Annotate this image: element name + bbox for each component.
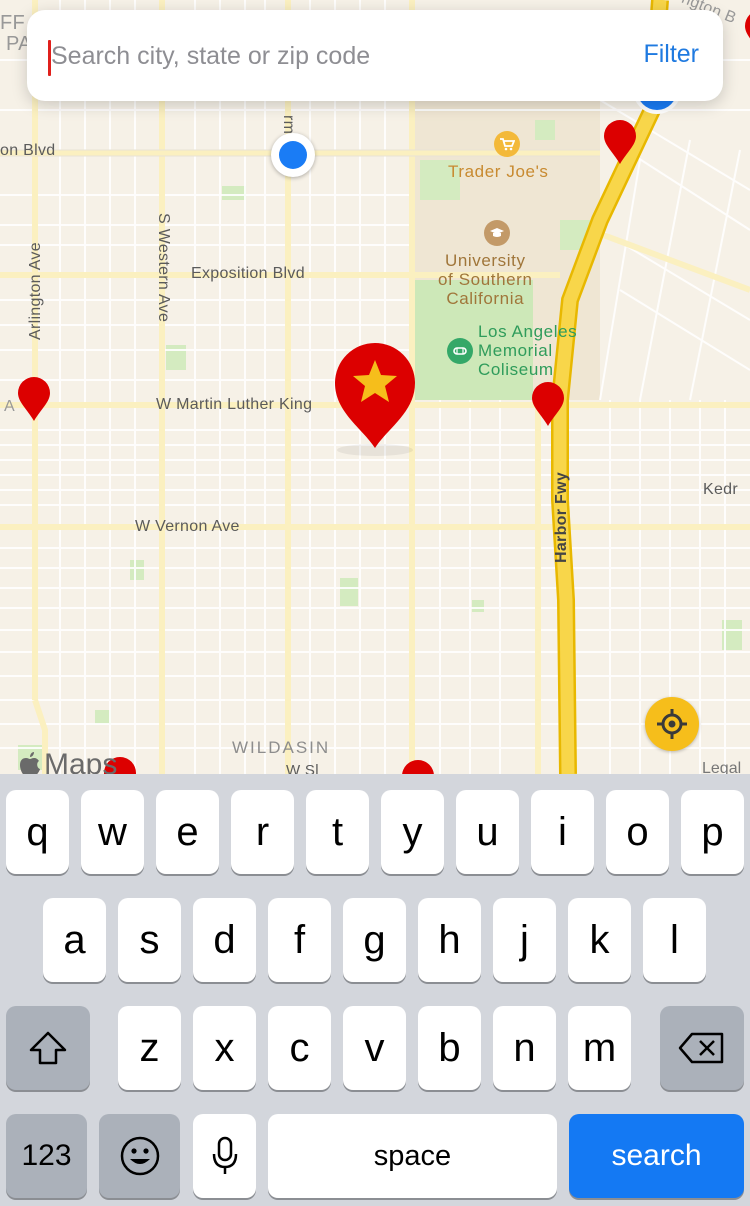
map-pin-icon[interactable] (401, 760, 435, 774)
selected-star-pin-icon[interactable] (332, 340, 418, 458)
key-r[interactable]: r (231, 790, 294, 874)
key-g[interactable]: g (343, 898, 406, 982)
poi-trader-joes[interactable]: Trader Joe's (448, 162, 549, 181)
legal-link[interactable]: Legal (702, 760, 741, 774)
key-b[interactable]: b (418, 1006, 481, 1090)
key-j[interactable]: j (493, 898, 556, 982)
key-n[interactable]: n (493, 1006, 556, 1090)
microphone-icon (212, 1136, 237, 1174)
street-label: Harbor Fwy (553, 471, 570, 563)
shift-icon (29, 1031, 67, 1065)
graduation-cap-icon[interactable] (484, 220, 510, 246)
key-w[interactable]: w (81, 790, 144, 874)
key-d[interactable]: d (193, 898, 256, 982)
key-v[interactable]: v (343, 1006, 406, 1090)
key-f[interactable]: f (268, 898, 331, 982)
shopping-cart-icon[interactable] (494, 131, 520, 157)
key-p[interactable]: p (681, 790, 744, 874)
space-key[interactable]: space (268, 1114, 557, 1198)
map-pin-icon[interactable] (603, 120, 637, 166)
apple-logo-icon (20, 752, 40, 774)
search-bar: Filter (27, 10, 723, 101)
poi-usc[interactable]: University of Southern California (438, 251, 533, 308)
key-h[interactable]: h (418, 898, 481, 982)
keyboard: q w e r t y u i o p a s d f g h j k l z x c v b n m 123 space search (0, 774, 750, 1206)
key-c[interactable]: c (268, 1006, 331, 1090)
key-l[interactable]: l (643, 898, 706, 982)
delete-icon (678, 1032, 724, 1064)
map-view[interactable]: on Blvd Exposition Blvd W Martin Luther … (0, 0, 750, 774)
street-label: Arlington Ave (27, 242, 44, 340)
street-label: FF (0, 12, 26, 34)
key-e[interactable]: e (156, 790, 219, 874)
locate-me-button[interactable] (645, 697, 699, 751)
key-y[interactable]: y (381, 790, 444, 874)
map-pin-icon[interactable] (531, 382, 565, 428)
street-label: S Western Ave (155, 213, 172, 323)
shift-key[interactable] (6, 1006, 90, 1090)
search-key[interactable]: search (569, 1114, 744, 1198)
delete-key[interactable] (660, 1006, 744, 1090)
maps-brand-label: Maps (44, 748, 118, 774)
key-x[interactable]: x (193, 1006, 256, 1090)
poi-coliseum[interactable]: Los Angeles Memorial Coliseum (478, 322, 577, 379)
map-pin-icon[interactable] (17, 377, 51, 423)
key-z[interactable]: z (118, 1006, 181, 1090)
key-s[interactable]: s (118, 898, 181, 982)
street-label: Kedr (703, 481, 738, 498)
key-i[interactable]: i (531, 790, 594, 874)
key-a[interactable]: a (43, 898, 106, 982)
emoji-key[interactable] (99, 1114, 180, 1198)
key-t[interactable]: t (306, 790, 369, 874)
map-pin-icon[interactable] (744, 10, 750, 56)
stadium-icon[interactable] (447, 338, 473, 364)
key-q[interactable]: q (6, 790, 69, 874)
emoji-icon (120, 1136, 159, 1176)
street-label: on Blvd (0, 142, 56, 159)
street-label: W Vernon Ave (135, 518, 240, 535)
key-m[interactable]: m (568, 1006, 631, 1090)
text-cursor (48, 40, 51, 76)
key-o[interactable]: o (606, 790, 669, 874)
street-label: W Martin Luther King (156, 396, 313, 413)
key-u[interactable]: u (456, 790, 519, 874)
current-location-dot (271, 133, 315, 177)
key-k[interactable]: k (568, 898, 631, 982)
search-input[interactable] (49, 32, 609, 80)
crosshair-icon (657, 709, 687, 739)
filter-button[interactable]: Filter (643, 40, 699, 69)
street-label: W Sl (286, 762, 319, 774)
maps-brand: Maps (18, 748, 117, 774)
street-label: A (4, 398, 15, 415)
street-label: Exposition Blvd (191, 265, 305, 282)
dictation-key[interactable] (193, 1114, 256, 1198)
district-label: WILDASIN (232, 738, 331, 757)
numbers-key[interactable]: 123 (6, 1114, 87, 1198)
